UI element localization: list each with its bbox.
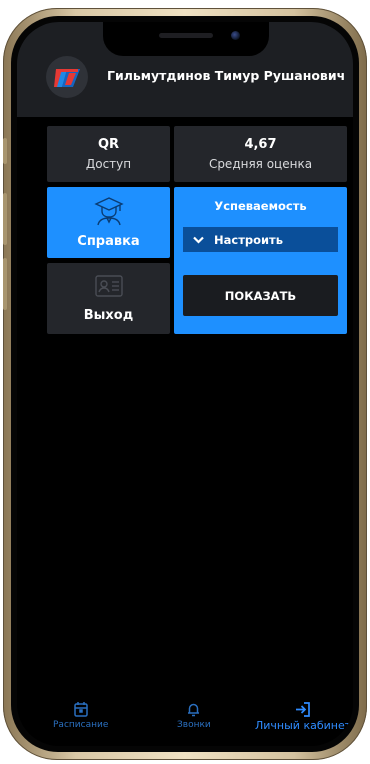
volume-down-button xyxy=(3,258,7,310)
configure-dropdown[interactable]: Настроить xyxy=(183,227,338,252)
exit-label: Выход xyxy=(83,308,134,323)
app-logo-icon xyxy=(54,69,80,87)
performance-panel: Успеваемость Настроить ПОКАЗАТЬ xyxy=(174,187,347,334)
notch xyxy=(103,22,269,56)
id-card-icon xyxy=(94,275,123,297)
speaker xyxy=(159,33,213,38)
volume-up-button xyxy=(3,193,7,245)
average-grade-value: 4,67 xyxy=(244,137,277,152)
tab-calls[interactable]: Звонки xyxy=(177,702,211,730)
front-camera xyxy=(231,31,240,40)
calendar-icon xyxy=(73,702,88,717)
average-grade-tile[interactable]: 4,67 Средняя оценка xyxy=(174,126,347,182)
bottom-tab-bar: Расписание Звонки Личный кабинет xyxy=(17,702,353,746)
graduate-icon xyxy=(93,197,124,226)
login-icon xyxy=(296,702,310,717)
show-button[interactable]: ПОКАЗАТЬ xyxy=(183,275,338,316)
qr-access-tile[interactable]: QR Доступ xyxy=(47,126,170,182)
user-name: Гильмутдинов Тимур Рушанович xyxy=(107,68,346,83)
tab-personal-account[interactable]: Личный кабинет xyxy=(255,702,351,732)
qr-subtitle: Доступ xyxy=(85,157,132,171)
tab-schedule[interactable]: Расписание xyxy=(53,702,108,730)
reference-label: Справка xyxy=(77,234,140,249)
tab-schedule-label: Расписание xyxy=(53,720,109,730)
app-screen: Гильмутдинов Тимур Рушанович QR Доступ 4… xyxy=(17,22,353,746)
chevron-down-icon xyxy=(193,236,204,244)
configure-label: Настроить xyxy=(214,232,283,247)
exit-tile[interactable]: Выход xyxy=(47,263,170,334)
reference-tile[interactable]: Справка xyxy=(47,187,170,258)
performance-title: Успеваемость xyxy=(214,199,307,213)
phone-bezel: Гильмутдинов Тимур Рушанович QR Доступ 4… xyxy=(11,16,359,752)
avatar[interactable] xyxy=(46,56,88,98)
qr-title: QR xyxy=(97,137,120,152)
tab-personal-account-label: Личный кабинет xyxy=(255,719,352,732)
tab-calls-label: Звонки xyxy=(177,720,211,730)
bell-icon xyxy=(188,703,200,717)
average-grade-label: Средняя оценка xyxy=(208,157,313,171)
mute-switch xyxy=(3,138,7,164)
